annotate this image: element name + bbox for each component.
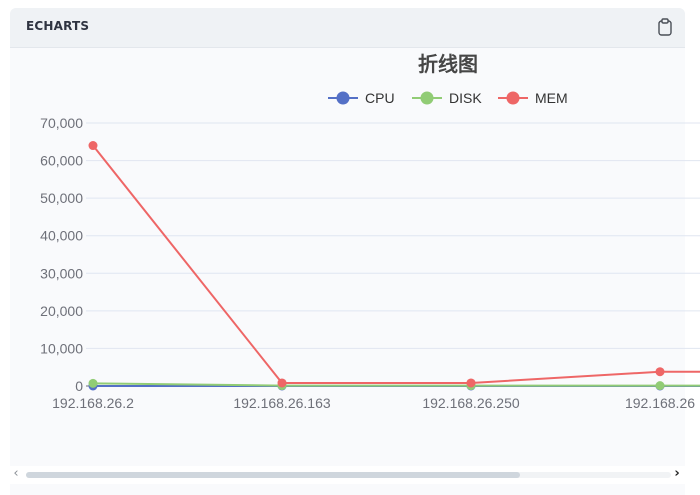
legend-label: CPU bbox=[365, 90, 395, 106]
horizontal-scrollbar[interactable]: ‹ › bbox=[10, 466, 685, 484]
data-point-mem[interactable] bbox=[277, 378, 287, 388]
y-tick-label: 60,000 bbox=[40, 153, 83, 169]
legend-label: DISK bbox=[449, 90, 482, 106]
series-disk bbox=[88, 378, 700, 391]
grid-lines bbox=[86, 122, 700, 349]
scroll-right-icon[interactable]: › bbox=[671, 467, 683, 481]
legend-item-disk[interactable]: DISK bbox=[412, 90, 482, 106]
scroll-left-icon[interactable]: ‹ bbox=[10, 467, 22, 481]
data-point-mem[interactable] bbox=[88, 141, 98, 151]
y-tick-label: 20,000 bbox=[40, 303, 83, 319]
series-mem bbox=[88, 141, 700, 388]
chart-title: 折线图 bbox=[418, 52, 478, 76]
scroll-thumb[interactable] bbox=[26, 472, 520, 478]
series-line-mem bbox=[92, 144, 700, 384]
x-tick-label: 192.168.26.2 bbox=[52, 395, 134, 411]
legend-item-cpu[interactable]: CPU bbox=[328, 90, 395, 106]
y-tick-label: 70,000 bbox=[40, 115, 83, 131]
series bbox=[88, 141, 700, 391]
data-point-mem[interactable] bbox=[655, 367, 665, 377]
data-point-mem[interactable] bbox=[466, 378, 476, 388]
legend-marker bbox=[506, 91, 520, 105]
y-tick-label: 50,000 bbox=[40, 190, 83, 206]
x-tick-label: 192.168.26.163 bbox=[233, 395, 331, 411]
line-chart: 0 10,000 20,000 30,000 40,000 50,000 60,000 70,… bbox=[40, 52, 700, 411]
data-point-disk[interactable] bbox=[88, 378, 98, 388]
legend-label: MEM bbox=[535, 90, 568, 106]
x-tick-label: 192.168.26 bbox=[625, 395, 695, 411]
legend-item-mem[interactable]: MEM bbox=[498, 90, 568, 106]
y-tick-label: 40,000 bbox=[40, 228, 83, 244]
y-tick-label: 30,000 bbox=[40, 265, 83, 281]
axes: 0 10,000 20,000 30,000 40,000 50,000 60,000 70,… bbox=[40, 115, 700, 411]
legend-marker bbox=[420, 91, 434, 105]
data-point-disk[interactable] bbox=[655, 381, 665, 391]
y-tick-label: 10,000 bbox=[40, 340, 83, 356]
y-tick-label: 0 bbox=[75, 378, 83, 394]
legend-marker bbox=[336, 91, 350, 105]
x-tick-label: 192.168.26.250 bbox=[422, 395, 520, 411]
legend[interactable]: CPU DISK MEM bbox=[328, 90, 568, 106]
